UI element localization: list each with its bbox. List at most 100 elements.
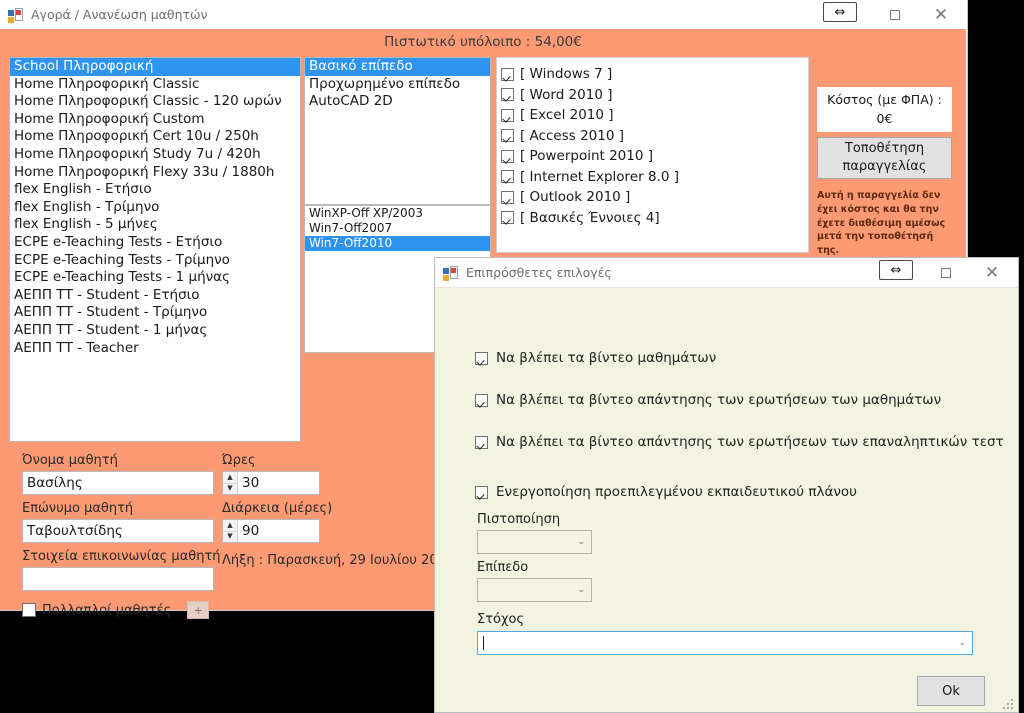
multiple-students-row[interactable]: Πολλαπλοί μαθητές + — [22, 601, 210, 619]
dialog-checkbox-row[interactable]: Ενεργοποίηση προεπιλεγμένου εκπαιδευτικο… — [475, 484, 857, 500]
module-checkbox[interactable] — [501, 170, 514, 184]
product-item[interactable]: flex English - 5 μήνες — [10, 216, 300, 234]
product-item[interactable]: Home Πληροφορική Custom — [10, 111, 300, 129]
dialog-checkbox[interactable] — [475, 436, 488, 449]
module-checkbox-row[interactable]: [ Βασικές Έννοιες 4] — [501, 208, 808, 229]
product-item[interactable]: ΑΕΠΠ ΤΤ - Student - 1 μήνας — [10, 322, 300, 340]
dialog-body: Να βλέπει τα βίντεο μαθημάτων Να βλέπει τ… — [435, 288, 1018, 713]
product-item[interactable]: ECPE e-Teaching Tests - Τρίμηνο — [10, 252, 300, 270]
maximize-icon — [890, 9, 900, 20]
module-label: [ Access 2010 ] — [520, 127, 624, 144]
dialog-checkbox[interactable] — [475, 486, 488, 499]
text-caret — [483, 636, 484, 650]
main-window-titlebar[interactable]: Αγορά / Ανανέωση μαθητών – ✕ — [0, 0, 967, 29]
product-item[interactable]: School Πληροφορική — [10, 58, 300, 76]
platform-item[interactable]: Win7-Off2010 — [305, 236, 490, 251]
product-item[interactable]: Home Πληροφορική Classic - 120 ωρών — [10, 93, 300, 111]
platform-item[interactable]: WinXP-Off XP/2003 — [305, 206, 490, 221]
modules-checkbox-panel[interactable]: [ Windows 7 ] [ Word 2010 ] [ Excel 2010 ]… — [496, 57, 809, 253]
module-checkbox[interactable] — [501, 149, 514, 163]
product-item[interactable]: Home Πληροφορική Study 7u / 420h — [10, 146, 300, 164]
chevron-down-icon[interactable]: ⌄ — [577, 537, 585, 547]
hours-value[interactable]: 30 — [238, 472, 319, 494]
dialog-checkbox-row[interactable]: Να βλέπει τα βίντεο μαθημάτων — [475, 350, 716, 366]
dialog-checkbox-row[interactable]: Να βλέπει τα βίντεο απάντησης των ερωτήσ… — [475, 392, 941, 408]
hours-stepper[interactable]: ▲ ▼ 30 — [222, 471, 320, 495]
hours-increment-icon[interactable]: ▲ — [223, 472, 237, 484]
level-item[interactable]: Βασικό επίπεδο — [305, 58, 490, 76]
module-label: [ Βασικές Έννοιες 4] — [520, 209, 660, 226]
hours-label: Ώρες — [222, 453, 256, 468]
maximize-button[interactable] — [873, 0, 917, 29]
module-label: [ Word 2010 ] — [520, 86, 613, 103]
hours-stepper-buttons[interactable]: ▲ ▼ — [223, 472, 238, 494]
maximize-icon — [941, 267, 951, 278]
chevron-down-icon[interactable]: ⌄ — [577, 585, 585, 595]
app-form-icon — [8, 7, 24, 23]
product-item[interactable]: flex English - Τρίμηνο — [10, 199, 300, 217]
contact-input[interactable] — [22, 567, 214, 591]
duration-increment-icon[interactable]: ▲ — [223, 520, 237, 532]
module-checkbox-row[interactable]: [ Windows 7 ] — [501, 64, 808, 85]
product-item[interactable]: ECPE e-Teaching Tests - 1 μήνας — [10, 269, 300, 287]
level-listbox[interactable]: Βασικό επίπεδο Προχωρημένο επίπεδο AutoCAD… — [304, 57, 491, 205]
module-checkbox-row[interactable]: [ Internet Explorer 8.0 ] — [501, 167, 808, 188]
place-order-button[interactable]: Τοποθέτηση παραγγελίας — [817, 137, 952, 179]
first-name-input[interactable]: Βασίλης — [22, 471, 214, 495]
add-student-button[interactable]: + — [187, 601, 210, 619]
module-checkbox[interactable] — [501, 88, 514, 102]
expiry-label: Λήξη : Παρασκευή, 29 Ιουλίου 201 — [222, 553, 446, 568]
resize-grip-icon[interactable] — [1003, 699, 1015, 711]
module-checkbox[interactable] — [501, 190, 514, 204]
module-checkbox-row[interactable]: [ Outlook 2010 ] — [501, 187, 808, 208]
product-item[interactable]: Home Πληροφορική Flexy 33u / 1880h — [10, 164, 300, 182]
module-checkbox-row[interactable]: [ Excel 2010 ] — [501, 105, 808, 126]
product-item[interactable]: Home Πληροφορική Cert 10u / 250h — [10, 128, 300, 146]
last-name-input[interactable]: Ταβουλτσίδης — [22, 519, 214, 543]
product-item[interactable]: ΑΕΠΠ ΤΤ - Student - Ετήσιο — [10, 287, 300, 305]
close-button[interactable]: ✕ — [919, 0, 963, 29]
last-name-label: Επώνυμο μαθητή — [22, 501, 134, 516]
dialog-combobox[interactable]: ⌄ — [477, 578, 592, 602]
dialog-maximize-button[interactable] — [924, 258, 968, 287]
dialog-close-button[interactable]: ✕ — [970, 258, 1014, 287]
screen-root: Αγορά / Ανανέωση μαθητών – ✕ Πιστωτικό υ… — [0, 0, 1024, 713]
module-checkbox[interactable] — [501, 211, 514, 225]
resize-cursor-dialog: ⇔ — [879, 260, 913, 280]
dialog-checkbox-label: Ενεργοποίηση προεπιλεγμένου εκπαιδευτικο… — [496, 484, 857, 500]
hours-decrement-icon[interactable]: ▼ — [223, 483, 237, 494]
level-item[interactable]: AutoCAD 2D — [305, 93, 490, 111]
dialog-checkbox[interactable] — [475, 394, 488, 407]
duration-stepper-buttons[interactable]: ▲ ▼ — [223, 520, 238, 542]
product-item[interactable]: ΑΕΠΠ ΤΤ - Student - Τρίμηνο — [10, 304, 300, 322]
cost-value: 0€ — [876, 110, 893, 126]
product-item[interactable]: flex English - Ετήσιο — [10, 181, 300, 199]
dialog-titlebar[interactable]: Επιπρόσθετες επιλογές – ✕ ⇔ — [435, 258, 1018, 288]
module-checkbox[interactable] — [501, 129, 514, 143]
product-item[interactable]: ECPE e-Teaching Tests - Ετήσιο — [10, 234, 300, 252]
module-checkbox-row[interactable]: [ Access 2010 ] — [501, 126, 808, 147]
chevron-down-icon[interactable]: ⌄ — [958, 638, 966, 648]
products-listbox[interactable]: School Πληροφορική Home Πληροφορική Class… — [9, 57, 301, 442]
product-item[interactable]: Home Πληροφορική Classic — [10, 76, 300, 94]
dialog-checkbox-row[interactable]: Να βλέπει τα βίντεο απάντησης των ερωτήσ… — [475, 434, 1004, 450]
duration-decrement-icon[interactable]: ▼ — [223, 531, 237, 542]
dialog-combobox[interactable]: ⌄ — [477, 530, 592, 554]
level-item[interactable]: Προχωρημένο επίπεδο — [305, 76, 490, 94]
dialog-combobox[interactable]: ⌄ — [477, 631, 973, 655]
dialog-checkbox[interactable] — [475, 352, 488, 365]
module-checkbox[interactable] — [501, 67, 514, 81]
cost-title: Κόστος (με ΦΠΑ) : — [827, 92, 942, 108]
platform-item[interactable]: Win7-Off2007 — [305, 221, 490, 236]
multiple-students-checkbox[interactable] — [22, 603, 36, 617]
module-checkbox[interactable] — [501, 108, 514, 122]
dialog-field-label: Στόχος — [477, 612, 525, 627]
product-item[interactable]: ΑΕΠΠ ΤΤ - Teacher — [10, 340, 300, 358]
module-checkbox-row[interactable]: [ Word 2010 ] — [501, 85, 808, 106]
duration-stepper[interactable]: ▲ ▼ 90 — [222, 519, 320, 543]
duration-value[interactable]: 90 — [238, 520, 319, 542]
ok-button[interactable]: Ok — [917, 676, 985, 706]
module-checkbox-row[interactable]: [ Powerpoint 2010 ] — [501, 146, 808, 167]
cost-display: Κόστος (με ΦΠΑ) : 0€ — [817, 87, 952, 132]
duration-label: Διάρκεια (μέρες) — [222, 501, 333, 516]
